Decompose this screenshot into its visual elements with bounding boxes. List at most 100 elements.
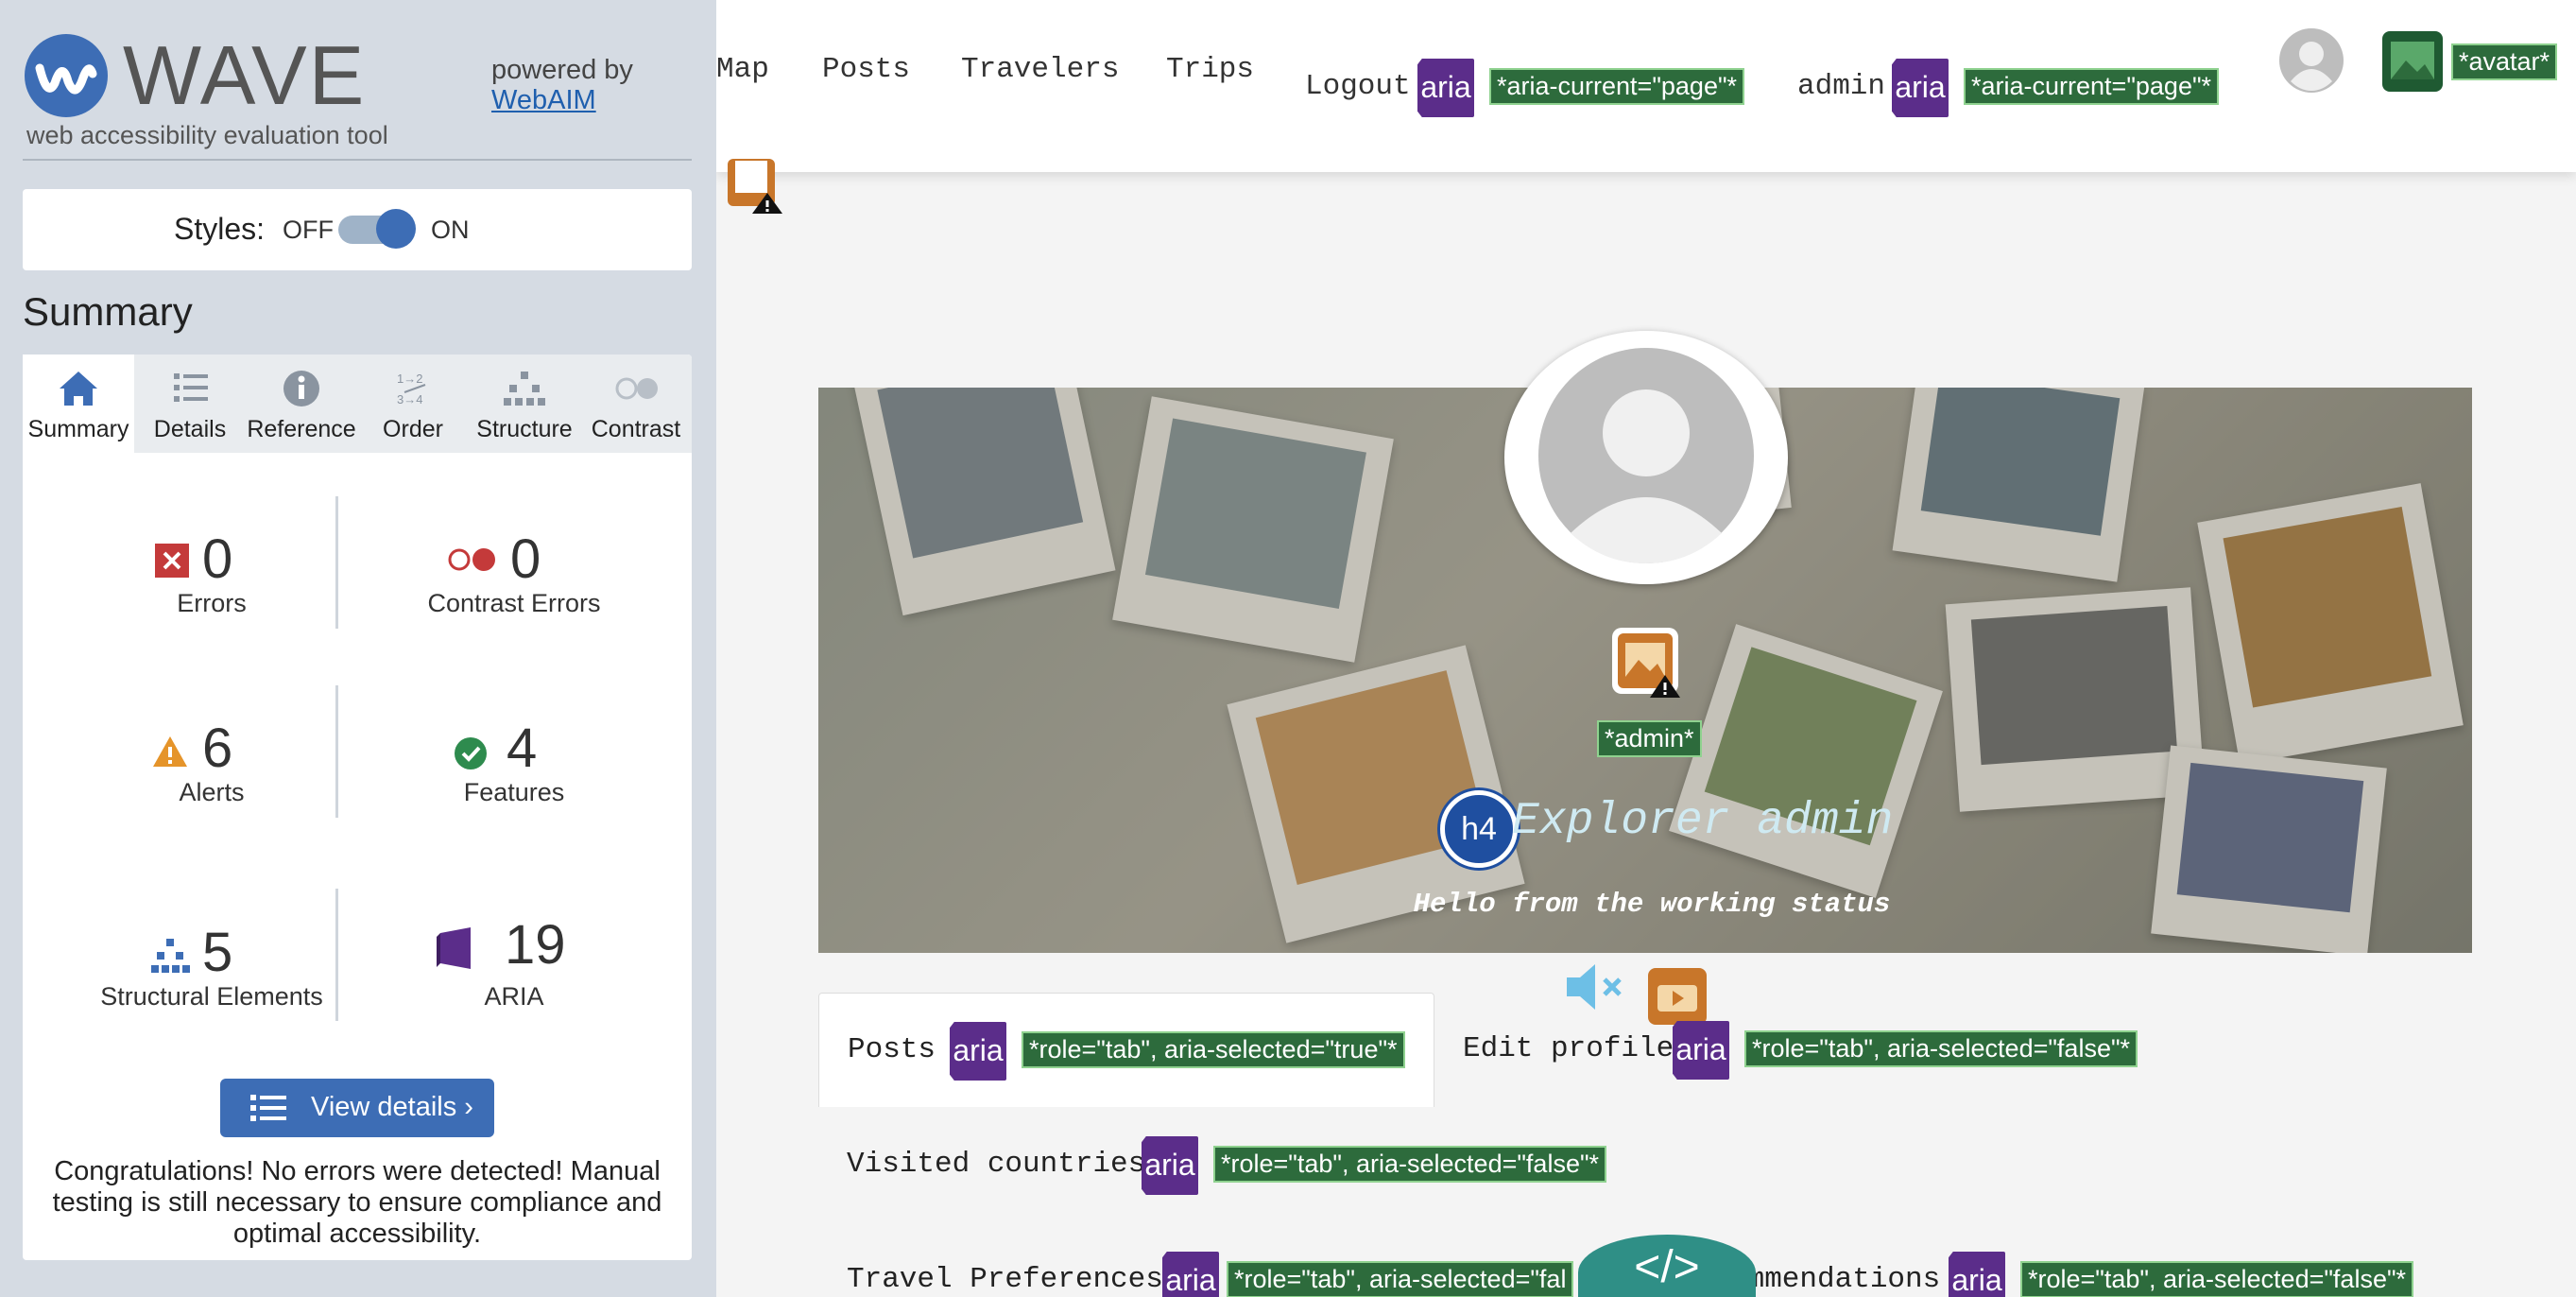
- image-feature-icon[interactable]: [2381, 30, 2444, 93]
- avatar-alt-label: *avatar*: [2451, 43, 2558, 80]
- aria-badge-icon[interactable]: aria: [1892, 59, 1949, 117]
- aria-badge-icon[interactable]: aria: [1162, 1252, 1219, 1297]
- nav-link-map[interactable]: Map: [716, 53, 769, 86]
- view-details-label: View details ›: [311, 1092, 473, 1122]
- tab-posts[interactable]: Posts aria *role="tab", aria-selected="t…: [818, 993, 1434, 1107]
- error-icon: [155, 544, 189, 578]
- nav-link-posts[interactable]: Posts: [822, 53, 910, 86]
- features-label: Features: [463, 778, 565, 806]
- wave-sidebar: WAVE web accessibility evaluation tool p…: [0, 0, 716, 1297]
- aria-stat[interactable]: 19: [433, 916, 584, 977]
- wave-logo-icon: [25, 34, 108, 117]
- alerts-stat[interactable]: 6: [151, 721, 274, 778]
- styles-off-label: OFF: [283, 216, 334, 244]
- tab-structure[interactable]: Structure: [469, 355, 580, 453]
- user-avatar-icon[interactable]: [2279, 28, 2344, 93]
- contrast-errors-count: 0: [510, 528, 541, 590]
- tab-label: Reference: [247, 416, 356, 442]
- aria-badge-icon[interactable]: aria: [1673, 1021, 1729, 1080]
- structure-icon: [151, 939, 190, 973]
- structural-label: Structural Elements: [100, 982, 323, 1011]
- tab-order[interactable]: 1→2 3→4 Order: [357, 355, 469, 453]
- tab-recommendations[interactable]: ommendations: [1729, 1263, 1940, 1296]
- tab-details[interactable]: Details: [134, 355, 246, 453]
- nav-link-travelers[interactable]: Travelers: [961, 53, 1119, 86]
- profile-avatar: [1504, 331, 1788, 584]
- nav-link-admin[interactable]: admin: [1797, 70, 1885, 103]
- aria-current-label: *aria-current="page"*: [1964, 68, 2220, 105]
- tab-edit-profile[interactable]: Edit profile: [1463, 1032, 1674, 1065]
- features-stat[interactable]: 4: [454, 721, 567, 778]
- aria-badge-icon[interactable]: aria: [1949, 1252, 2005, 1297]
- contrast-errors-stat[interactable]: 0: [448, 532, 580, 589]
- aria-badge-icon[interactable]: aria: [1417, 59, 1474, 117]
- summary-heading: Summary: [23, 289, 193, 334]
- errors-count: 0: [202, 528, 233, 590]
- tab-contrast[interactable]: Contrast: [580, 355, 692, 453]
- svg-text:3→4: 3→4: [397, 392, 422, 406]
- tab-label: Order: [383, 416, 443, 442]
- profile-status: Hello from the working status: [1413, 889, 1891, 920]
- nav-link-trips[interactable]: Trips: [1166, 53, 1254, 86]
- h4-heading-badge[interactable]: h4: [1440, 790, 1518, 868]
- list-icon: [250, 1095, 286, 1121]
- summary-panel: Summary Details Reference 1→2 3→4 Order: [23, 355, 692, 1260]
- alert-icon: [153, 736, 187, 767]
- header-divider: [23, 159, 692, 161]
- wave-tab-bar: Summary Details Reference 1→2 3→4 Order: [23, 355, 692, 453]
- powered-by-text: powered by: [491, 55, 633, 85]
- errors-label: Errors: [177, 589, 247, 617]
- aria-current-label: *aria-current="page"*: [1489, 68, 1745, 105]
- site-navbar: Map Posts Travelers Trips Logout aria *a…: [716, 0, 2576, 172]
- home-icon: [60, 372, 97, 406]
- contrast-icon: [615, 377, 658, 400]
- aria-badge-icon[interactable]: aria: [950, 1022, 1006, 1081]
- evaluated-page: *admin* h4 Explorer admin Hello from the…: [716, 0, 2576, 1297]
- alerts-label: Alerts: [179, 778, 245, 806]
- congrats-message: Congratulations! No errors were detected…: [52, 1156, 662, 1249]
- tab-role-label: *role="tab", aria-selected="false"*: [2020, 1261, 2414, 1297]
- avatar-placeholder-icon: [1538, 348, 1754, 563]
- features-count: 4: [507, 718, 538, 779]
- video-alert-icon[interactable]: [1646, 966, 1709, 1027]
- structure-icon: [504, 372, 545, 406]
- muted-audio-icon[interactable]: [1563, 959, 1629, 1015]
- structural-stat[interactable]: 5: [149, 922, 272, 982]
- styles-toggle-knob[interactable]: [376, 209, 416, 249]
- errors-stat[interactable]: 0: [155, 532, 259, 589]
- alerts-count: 6: [202, 718, 233, 779]
- webaim-link[interactable]: WebAIM: [491, 85, 596, 116]
- nav-link-logout[interactable]: Logout: [1305, 70, 1411, 103]
- aria-count: 19: [505, 914, 566, 976]
- order-icon: 1→2 3→4: [397, 372, 426, 406]
- feature-check-icon: [455, 737, 487, 770]
- profile-name: Explorer admin: [1512, 796, 1894, 847]
- wave-subtitle: web accessibility evaluation tool: [26, 121, 388, 149]
- code-toggle-button[interactable]: </>: [1578, 1235, 1756, 1297]
- view-details-button[interactable]: View details ›: [220, 1079, 494, 1137]
- tab-summary[interactable]: Summary: [23, 355, 134, 453]
- aria-icon: [437, 927, 471, 969]
- styles-on-label: ON: [431, 216, 470, 244]
- tab-role-label: *role="tab", aria-selected="false"*: [1213, 1146, 1607, 1183]
- list-icon: [174, 373, 208, 402]
- svg-text:1→2: 1→2: [397, 372, 422, 386]
- contrast-error-icon: [448, 548, 495, 571]
- image-alert-icon[interactable]: [724, 159, 784, 214]
- styles-label: Styles:: [174, 212, 266, 246]
- aria-label: ARIA: [484, 982, 544, 1011]
- tab-reference[interactable]: Reference: [246, 355, 357, 453]
- styles-toggle-card: Styles: OFF ON: [23, 189, 692, 270]
- alt-text-label: *admin*: [1597, 720, 1702, 757]
- tab-role-label: *role="tab", aria-selected="false"*: [1744, 1030, 2138, 1067]
- tab-role-label: *role="tab", aria-selected="true"*: [1022, 1031, 1405, 1068]
- tab-label: Summary: [27, 416, 129, 442]
- tab-label: Contrast: [591, 416, 681, 442]
- tab-label: Structure: [476, 416, 573, 442]
- contrast-errors-label: Contrast Errors: [427, 589, 601, 617]
- image-alert-icon[interactable]: [1610, 626, 1684, 700]
- structural-count: 5: [202, 922, 233, 983]
- aria-badge-icon[interactable]: aria: [1142, 1136, 1198, 1195]
- tab-visited-countries[interactable]: Visited countries: [847, 1148, 1145, 1181]
- tab-travel-preferences[interactable]: Travel Preferences: [847, 1263, 1163, 1296]
